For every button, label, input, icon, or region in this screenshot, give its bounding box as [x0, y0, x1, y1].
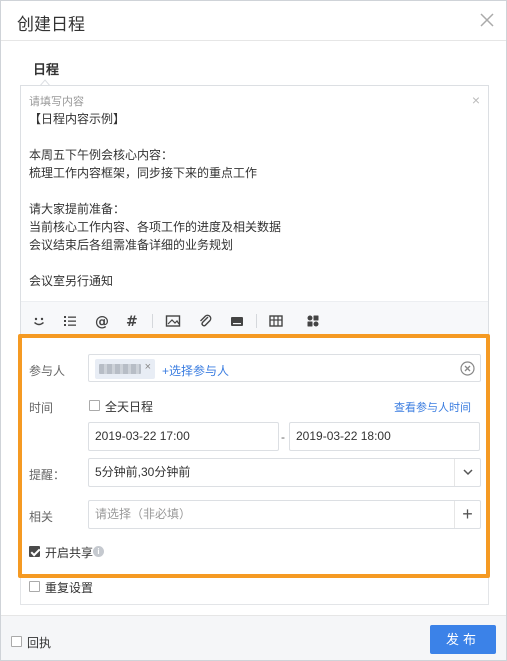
- content-line: 会议室另行通知: [29, 274, 114, 288]
- time-label: 时间: [29, 401, 54, 415]
- editor-content[interactable]: 【日程内容示例】 本周五下午例会核心内容： 梳理工作内容框架，同步接下来的重点工…: [29, 110, 281, 290]
- content-line: [29, 128, 281, 146]
- time-separator: -: [281, 430, 285, 444]
- content-line: 当前核心工作内容、各项工作的进度及相关数据: [29, 220, 282, 234]
- all-day-label[interactable]: 全天日程: [105, 398, 153, 415]
- editor-placeholder: 请填写内容: [29, 96, 84, 108]
- toolbar-divider: [152, 314, 153, 328]
- share-checkbox[interactable]: [29, 546, 40, 557]
- template-icon[interactable]: [228, 312, 246, 330]
- content-line: 【日程内容示例】: [29, 112, 126, 126]
- schedule-settings-panel: 参与人 × +选择参与人 时间 全天日程 查看参与人时间 2019-03-22 …: [20, 337, 489, 605]
- table-icon[interactable]: [267, 312, 285, 330]
- participant-chip[interactable]: ×: [95, 359, 155, 379]
- editor-toolbar: @ #: [21, 301, 488, 339]
- emoji-icon[interactable]: [30, 312, 48, 330]
- chevron-down-icon: [463, 469, 473, 476]
- repeat-checkbox[interactable]: [29, 581, 40, 592]
- end-time-input[interactable]: 2019-03-22 18:00: [289, 422, 480, 451]
- list-icon[interactable]: [61, 312, 79, 330]
- reminder-label: 提醒：: [29, 468, 66, 482]
- svg-text:@: @: [95, 314, 109, 330]
- toolbar-divider: [256, 314, 257, 328]
- mention-icon[interactable]: @: [93, 312, 111, 330]
- related-input[interactable]: 请选择（非必填） +: [88, 500, 481, 529]
- editor-clear-icon[interactable]: ×: [472, 92, 480, 108]
- related-label: 相关: [29, 510, 54, 524]
- tab-schedule[interactable]: 日程: [33, 59, 59, 78]
- receipt-checkbox[interactable]: [11, 636, 22, 647]
- dialog-footer: 回执 发布: [1, 615, 506, 660]
- reminder-value: 5分钟前,30分钟前: [95, 465, 191, 479]
- svg-text:#: #: [126, 314, 138, 330]
- receipt-label[interactable]: 回执: [27, 634, 51, 651]
- content-line: 会议结束后各组需准备详细的业务规划: [29, 238, 234, 252]
- reminder-dropdown-toggle[interactable]: [454, 459, 480, 486]
- image-icon[interactable]: [164, 312, 182, 330]
- clear-participants-icon[interactable]: [460, 361, 475, 376]
- participants-label: 参与人: [29, 364, 66, 378]
- close-icon: [480, 13, 494, 27]
- content-editor[interactable]: 请填写内容 × 【日程内容示例】 本周五下午例会核心内容： 梳理工作内容框架，同…: [20, 85, 489, 341]
- participants-field[interactable]: × +选择参与人: [88, 354, 481, 382]
- content-line: 梳理工作内容框架，同步接下来的重点工作: [29, 166, 258, 180]
- create-schedule-dialog: 创建日程 日程 请填写内容 × 【日程内容示例】 本周五下午例会核心内容： 梳理…: [0, 0, 507, 661]
- close-button[interactable]: [476, 9, 498, 31]
- add-related-button[interactable]: +: [454, 501, 480, 528]
- all-day-checkbox[interactable]: [89, 400, 100, 411]
- start-time-input[interactable]: 2019-03-22 17:00: [88, 422, 279, 451]
- add-participant-link[interactable]: +选择参与人: [162, 362, 229, 379]
- dialog-title: 创建日程: [17, 15, 85, 34]
- view-participants-time-link[interactable]: 查看参与人时间: [394, 399, 471, 415]
- content-line: 本周五下午例会核心内容：: [29, 148, 174, 162]
- content-line: 请大家提前准备：: [29, 202, 126, 216]
- hashtag-icon[interactable]: #: [123, 312, 141, 330]
- share-label[interactable]: 开启共享: [45, 544, 93, 561]
- content-line: [29, 182, 281, 200]
- participant-name-redacted: [99, 364, 141, 374]
- reminder-select[interactable]: 5分钟前,30分钟前: [88, 458, 481, 487]
- attachment-icon[interactable]: [196, 312, 214, 330]
- info-icon[interactable]: i: [93, 546, 104, 557]
- content-line: [29, 254, 281, 272]
- repeat-label[interactable]: 重复设置: [45, 579, 93, 596]
- dialog-header: 创建日程: [1, 1, 506, 41]
- apps-icon[interactable]: [304, 312, 322, 330]
- chip-remove-icon[interactable]: ×: [145, 361, 151, 373]
- related-placeholder: 请选择（非必填）: [95, 507, 192, 521]
- publish-button[interactable]: 发布: [430, 625, 496, 654]
